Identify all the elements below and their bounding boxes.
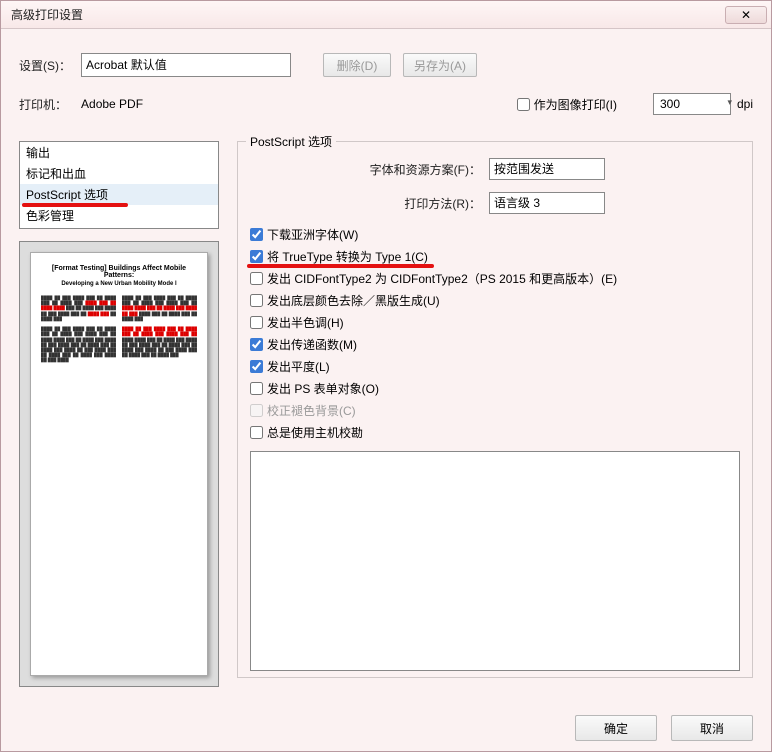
dialog-window: 高级打印设置 ✕ 设置(S)： Acrobat 默认值 删除(D) 另存为(A)… xyxy=(0,0,772,752)
printer-row: 打印机： Adobe PDF 作为图像打印(I) dpi xyxy=(19,93,753,115)
dialog-footer: 确定 取消 xyxy=(575,715,753,741)
checkbox-label-8: 校正褪色背景(C) xyxy=(267,402,356,419)
font-policy-label: 字体和资源方案(F)： xyxy=(370,161,481,178)
check-row-4: 发出半色调(H) xyxy=(250,314,740,331)
check-row-9: 总是使用主机校勘 xyxy=(250,424,740,441)
checkbox-label-4: 发出半色调(H) xyxy=(267,314,344,331)
check-row-3: 发出底层颜色去除／黑版生成(U) xyxy=(250,292,740,309)
print-as-image-checkbox[interactable] xyxy=(517,98,530,111)
preview-page: [Format Testing] Buildings Affect Mobile… xyxy=(30,252,208,676)
print-method-select[interactable]: 语言级 3 xyxy=(489,192,605,214)
settings-select[interactable]: Acrobat 默认值 xyxy=(81,53,291,77)
checkbox-6[interactable] xyxy=(250,360,263,373)
nav-item-color[interactable]: 色彩管理 xyxy=(20,205,218,226)
window-title: 高级打印设置 xyxy=(5,6,83,23)
print-method-row: 打印方法(R)： 语言级 3 xyxy=(250,192,740,214)
main-area: 输出 标记和出血 PostScript 选项 色彩管理 [Format Test… xyxy=(19,141,753,687)
preview-body: ████ ██ ███ ████ ███ ██ ████ ███ ██ ████… xyxy=(41,295,197,362)
print-as-image-label: 作为图像打印(I) xyxy=(534,96,617,113)
fieldset-legend: PostScript 选项 xyxy=(246,133,336,150)
check-row-0: 下载亚洲字体(W) xyxy=(250,226,740,243)
dialog-content: 设置(S)： Acrobat 默认值 删除(D) 另存为(A) 打印机： Ado… xyxy=(1,29,771,699)
checkbox-3[interactable] xyxy=(250,294,263,307)
checkbox-label-2: 发出 CIDFontType2 为 CIDFontType2（PS 2015 和… xyxy=(267,270,617,287)
checkbox-label-1: 将 TrueType 转换为 Type 1(C) xyxy=(267,248,428,265)
preview-title: [Format Testing] Buildings Affect Mobile… xyxy=(41,265,197,279)
dpi-group: dpi xyxy=(635,93,753,115)
description-box xyxy=(250,451,740,671)
printer-name: Adobe PDF xyxy=(81,97,143,111)
check-row-8: 校正褪色背景(C) xyxy=(250,402,740,419)
checkbox-label-7: 发出 PS 表单对象(O) xyxy=(267,380,379,397)
saveas-button[interactable]: 另存为(A) xyxy=(403,53,477,77)
nav-item-output[interactable]: 输出 xyxy=(20,142,218,163)
printer-label: 打印机： xyxy=(19,96,67,113)
checkbox-label-5: 发出传递函数(M) xyxy=(267,336,357,353)
checkbox-7[interactable] xyxy=(250,382,263,395)
delete-button[interactable]: 删除(D) xyxy=(323,53,391,77)
titlebar: 高级打印设置 ✕ xyxy=(1,1,771,29)
left-column: 输出 标记和出血 PostScript 选项 色彩管理 [Format Test… xyxy=(19,141,219,687)
nav-item-marks[interactable]: 标记和出血 xyxy=(20,163,218,184)
font-policy-select[interactable]: 按范围发送 xyxy=(489,158,605,180)
checkbox-label-6: 发出平度(L) xyxy=(267,358,330,375)
print-method-label: 打印方法(R)： xyxy=(404,195,481,212)
dpi-input[interactable] xyxy=(653,93,731,115)
print-as-image-group: 作为图像打印(I) xyxy=(517,96,617,113)
dpi-unit: dpi xyxy=(737,97,753,111)
checkbox-4[interactable] xyxy=(250,316,263,329)
check-row-2: 发出 CIDFontType2 为 CIDFontType2（PS 2015 和… xyxy=(250,270,740,287)
checkbox-8 xyxy=(250,404,263,417)
checkbox-0[interactable] xyxy=(250,228,263,241)
preview-panel: [Format Testing] Buildings Affect Mobile… xyxy=(19,241,219,687)
nav-item-postscript[interactable]: PostScript 选项 xyxy=(20,184,218,205)
preview-subtitle: Developing a New Urban Mobility Mode l xyxy=(41,281,197,287)
checkbox-9[interactable] xyxy=(250,426,263,439)
checkbox-1[interactable] xyxy=(250,250,263,263)
checkbox-label-3: 发出底层颜色去除／黑版生成(U) xyxy=(267,292,440,309)
checkbox-5[interactable] xyxy=(250,338,263,351)
check-row-6: 发出平度(L) xyxy=(250,358,740,375)
close-icon: ✕ xyxy=(741,8,751,22)
ok-button[interactable]: 确定 xyxy=(575,715,657,741)
close-button[interactable]: ✕ xyxy=(725,6,767,24)
checkbox-label-9: 总是使用主机校勘 xyxy=(267,424,363,441)
checkbox-label-0: 下载亚洲字体(W) xyxy=(267,226,358,243)
category-list[interactable]: 输出 标记和出血 PostScript 选项 色彩管理 xyxy=(19,141,219,229)
settings-label: 设置(S)： xyxy=(19,57,71,74)
cancel-button[interactable]: 取消 xyxy=(671,715,753,741)
checkbox-2[interactable] xyxy=(250,272,263,285)
postscript-fieldset: PostScript 选项 字体和资源方案(F)： 按范围发送 打印方法(R)：… xyxy=(237,141,753,678)
font-policy-row: 字体和资源方案(F)： 按范围发送 xyxy=(250,158,740,180)
check-row-5: 发出传递函数(M) xyxy=(250,336,740,353)
check-row-7: 发出 PS 表单对象(O) xyxy=(250,380,740,397)
checkbox-group: 下载亚洲字体(W) 将 TrueType 转换为 Type 1(C) 发出 CIDF… xyxy=(250,226,740,441)
check-row-1: 将 TrueType 转换为 Type 1(C) xyxy=(250,248,740,265)
settings-row: 设置(S)： Acrobat 默认值 删除(D) 另存为(A) xyxy=(19,53,753,77)
right-column: PostScript 选项 字体和资源方案(F)： 按范围发送 打印方法(R)：… xyxy=(237,141,753,687)
